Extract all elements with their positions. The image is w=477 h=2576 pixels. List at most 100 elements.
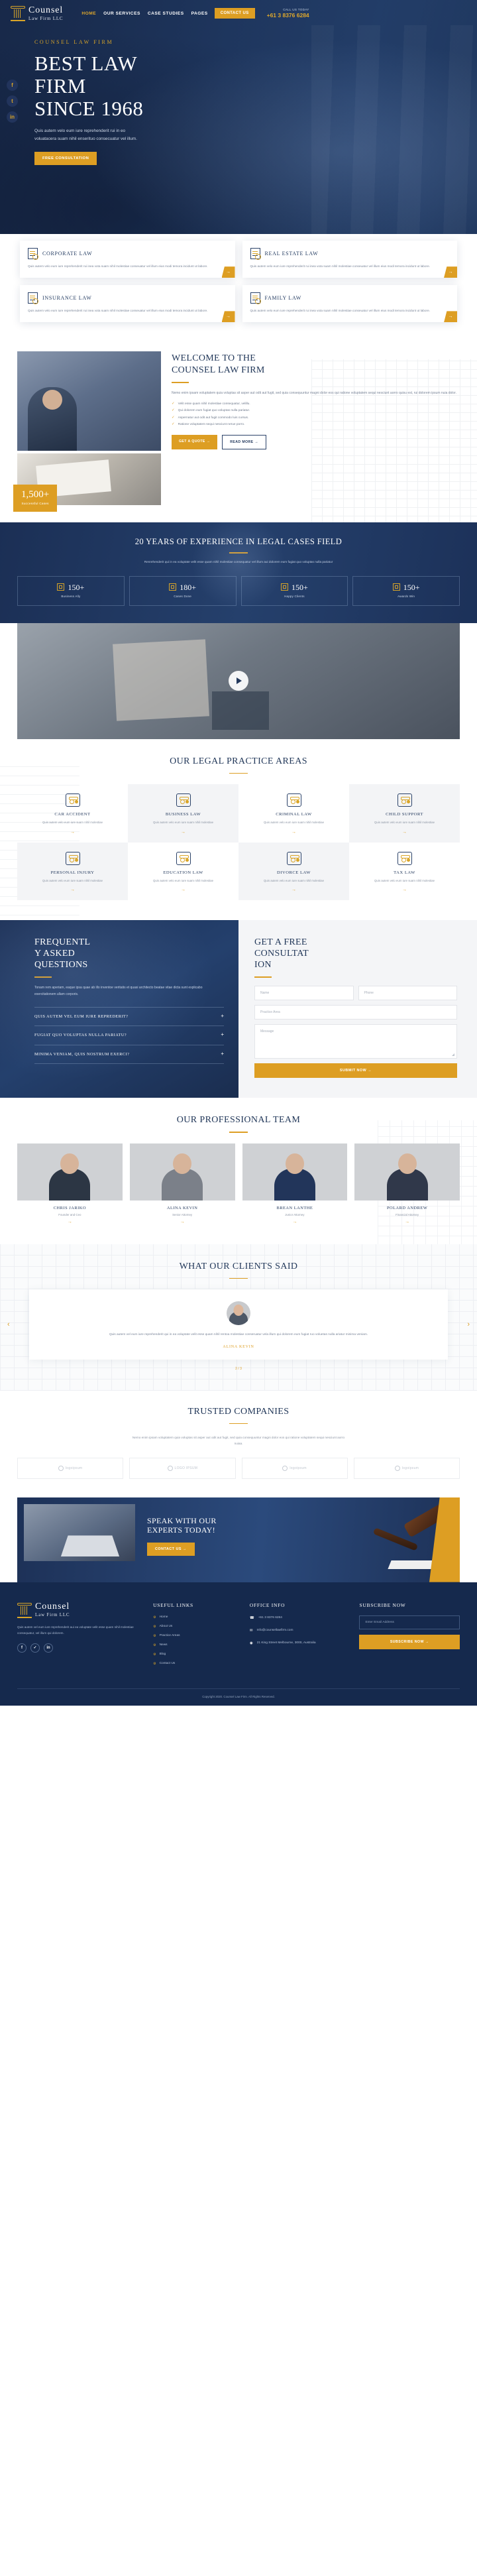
submit-now-button[interactable]: SUBMIT NOW → bbox=[254, 1063, 457, 1078]
briefcase-icon bbox=[57, 583, 65, 591]
welcome-title: WELCOME TO THE COUNSEL LAW FIRM bbox=[172, 353, 460, 376]
team-member-card[interactable]: POLARD ANDREW Financial Attorney → bbox=[354, 1143, 460, 1224]
practice-card[interactable]: EDUCATION LAW Quis autem velo eum iure s… bbox=[128, 843, 238, 900]
contact-us-button[interactable]: CONTACT US bbox=[214, 8, 255, 19]
message-field[interactable]: Message bbox=[254, 1024, 457, 1059]
footer-link-item[interactable]: ⚙ News bbox=[153, 1643, 240, 1647]
practice-card[interactable]: PERSONAL INJURY Quis autem velo eum iure… bbox=[17, 842, 128, 900]
accordion-question: QUIS AUTEM VEL EUM IURE REPREDERIT? bbox=[34, 1014, 129, 1019]
subscribe-button[interactable]: SUBSCRIBE NOW → bbox=[359, 1634, 460, 1649]
expand-icon[interactable]: + bbox=[221, 1032, 224, 1037]
partner-logo: logoipsum bbox=[17, 1457, 124, 1479]
service-card[interactable]: REAL ESTATE LAW Quis autem velo eum iure… bbox=[242, 241, 457, 278]
arrow-right-icon[interactable]: → bbox=[130, 1220, 235, 1224]
practice-area-field[interactable]: Practice Area bbox=[254, 1004, 457, 1020]
read-more-button[interactable]: READ MORE → bbox=[222, 434, 266, 449]
twitter-icon[interactable]: ✓ bbox=[30, 1643, 40, 1653]
footer-link-item[interactable]: ⚙ About Us bbox=[153, 1625, 240, 1629]
member-name: BREAN LANTHE bbox=[276, 1205, 313, 1210]
carousel-prev-icon[interactable]: ‹ bbox=[7, 1320, 10, 1328]
practice-card-title: CRIMINAL LAW bbox=[276, 812, 312, 817]
service-desc: Quis autem velo eum iure reprehenderit r… bbox=[28, 309, 208, 313]
practice-card-title: CHILD SUPPORT bbox=[386, 812, 423, 817]
expand-icon[interactable]: + bbox=[221, 1013, 224, 1019]
nav-item-home[interactable]: HOME bbox=[81, 11, 96, 16]
facebook-icon[interactable]: f bbox=[17, 1643, 26, 1653]
site-logo[interactable]: Counsel Law Firm LLC bbox=[11, 5, 63, 21]
nav-item-pages[interactable]: PAGES bbox=[191, 11, 208, 16]
arrow-right-icon[interactable]: → bbox=[133, 830, 233, 835]
stat-value: 150+ bbox=[403, 582, 420, 592]
free-consultation-button[interactable]: FREE CONSULTATION bbox=[34, 151, 97, 165]
video-block[interactable] bbox=[17, 622, 460, 739]
member-role: Senior Attorney bbox=[172, 1212, 193, 1216]
office-phone[interactable]: ☎ +61 3 8376 6284 bbox=[250, 1615, 350, 1621]
linkedin-icon[interactable]: in bbox=[7, 111, 18, 123]
trophy-icon bbox=[392, 583, 400, 591]
linkedin-icon[interactable]: in bbox=[44, 1643, 53, 1653]
expand-icon[interactable]: + bbox=[221, 1051, 224, 1057]
phone-field[interactable]: Phone bbox=[358, 985, 457, 1000]
practice-card-title: BUSINESS LAW bbox=[165, 812, 201, 817]
check-icon: ✓ bbox=[172, 401, 175, 406]
footer-link-item[interactable]: ⚙ Home bbox=[153, 1615, 240, 1619]
service-card[interactable]: INSURANCE LAW Quis autem velo eum iure r… bbox=[20, 285, 235, 323]
arrow-right-icon[interactable]: → bbox=[354, 830, 454, 835]
practice-card-title: PERSONAL INJURY bbox=[50, 870, 95, 875]
arrow-right-icon[interactable]: → bbox=[23, 888, 123, 892]
stat-label: Happy Clients bbox=[284, 594, 305, 598]
call-number[interactable]: +61 3 8376 6284 bbox=[267, 12, 309, 19]
document-search-icon bbox=[28, 248, 38, 260]
arrow-right-icon[interactable]: → bbox=[242, 1220, 348, 1224]
name-field[interactable]: Name bbox=[254, 985, 354, 1000]
footer-logo[interactable]: Counsel Law Firm LLC bbox=[17, 1602, 144, 1618]
accordion-item[interactable]: QUIS AUTEM VEL EUM IURE REPREDERIT? + bbox=[34, 1006, 224, 1027]
stat-card: 150+ Happy Clients bbox=[240, 575, 348, 606]
footer-link-item[interactable]: ⚙ Blog bbox=[153, 1653, 240, 1657]
nav-item-case-studies[interactable]: CASE STUDIES bbox=[148, 11, 184, 16]
nav-item-our-services[interactable]: OUR SERVICES bbox=[103, 11, 140, 16]
accordion-item[interactable]: FUGIAT QUO VOLUPTAS NULLA PARIATU? + bbox=[34, 1026, 224, 1045]
arrow-right-icon[interactable]: → bbox=[354, 888, 454, 892]
welcome-bullets: ✓ Velit esse quam nihil molestiae consequ… bbox=[172, 402, 460, 427]
play-button-icon[interactable] bbox=[229, 671, 248, 691]
practice-card[interactable]: TAX LAW Quis autem velo eum iure suam ni… bbox=[349, 843, 460, 900]
tax-icon bbox=[397, 851, 412, 865]
arrow-right-icon[interactable]: → bbox=[244, 830, 344, 835]
handcuffs-icon bbox=[286, 793, 301, 807]
arrow-right-icon[interactable]: → bbox=[23, 830, 123, 835]
footer-logo-name: Counsel bbox=[35, 1602, 70, 1612]
practice-card[interactable]: BUSINESS LAW Quis autem velo eum iure su… bbox=[128, 784, 238, 843]
practice-card[interactable]: DIVORCE LAW Quis autem velo eum iure sua… bbox=[238, 842, 349, 900]
member-role: Financial Attorney bbox=[396, 1212, 419, 1216]
practice-card[interactable]: CAR ACCIDENT Quis autem velo eum iure su… bbox=[17, 784, 128, 842]
team-section: OUR PROFESSIONAL TEAM CHRIS JARIKO Found… bbox=[0, 1097, 477, 1244]
twitter-icon[interactable]: t bbox=[7, 95, 18, 107]
get-a-quote-button[interactable]: GET A QUOTE → bbox=[172, 434, 218, 449]
team-member-card[interactable]: ALINA KEVIN Senior Attorney → bbox=[129, 1143, 235, 1224]
practice-card[interactable]: CHILD SUPPORT Quis autem velo eum iure s… bbox=[349, 784, 460, 843]
arrow-right-icon[interactable]: → bbox=[17, 1220, 123, 1224]
service-card[interactable]: FAMILY LAW Quis autem velo eum iure repr… bbox=[242, 285, 457, 323]
footer-links-col: USEFUL LINKS ⚙ Home ⚙ About Us ⚙ Practice A… bbox=[153, 1602, 240, 1671]
carousel-next-icon[interactable]: › bbox=[467, 1320, 470, 1328]
cta-contact-button[interactable]: CONTACT US → bbox=[147, 1542, 195, 1556]
stat-value: 150+ bbox=[291, 582, 308, 592]
team-member-card[interactable]: BREAN LANTHE Junior Attorney → bbox=[242, 1143, 348, 1224]
mail-icon: ✉ bbox=[249, 1628, 253, 1633]
arrow-right-icon[interactable]: → bbox=[133, 888, 233, 892]
footer-link-item[interactable]: ⚙ Practice Areas bbox=[153, 1634, 240, 1638]
facebook-icon[interactable]: f bbox=[7, 80, 18, 91]
arrow-right-icon[interactable]: → bbox=[354, 1220, 460, 1224]
arrow-right-icon[interactable]: → bbox=[244, 888, 344, 892]
footer-link-item[interactable]: ⚙ Contact Us bbox=[153, 1662, 240, 1666]
service-card[interactable]: CORPORATE LAW Quis autem velo eum iure r… bbox=[20, 241, 235, 278]
email-field[interactable]: Enter Email Address bbox=[359, 1615, 460, 1629]
team-member-card[interactable]: CHRIS JARIKO Founder and Ceo → bbox=[17, 1143, 123, 1224]
bullet-icon: ⚙ bbox=[153, 1633, 156, 1638]
office-email[interactable]: ✉ Info@counsellawfirm.com bbox=[250, 1628, 350, 1634]
family-icon bbox=[250, 292, 261, 305]
practice-card[interactable]: CRIMINAL LAW Quis autem velo eum iure su… bbox=[238, 784, 349, 842]
office-email-text: Info@counsellawfirm.com bbox=[256, 1628, 293, 1632]
accordion-item[interactable]: MINIMA VENIAM, QUIS NOSTRUM EXERCI? + bbox=[34, 1045, 224, 1064]
